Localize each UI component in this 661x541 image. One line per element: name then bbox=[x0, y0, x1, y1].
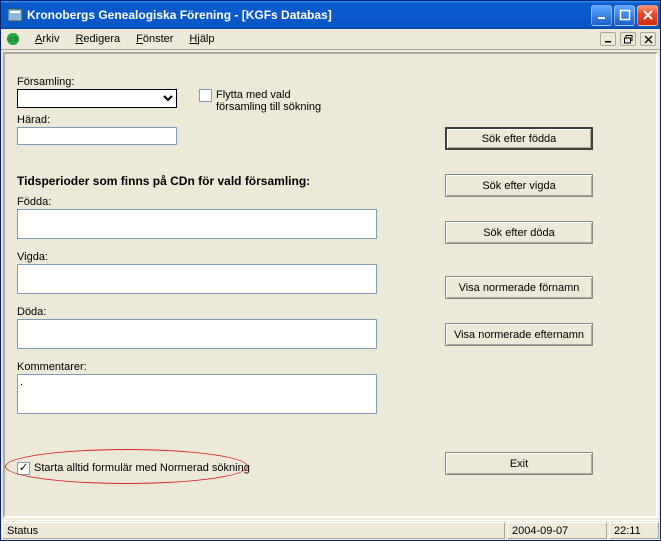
kommentarer-field[interactable] bbox=[17, 374, 377, 414]
mdi-close-button[interactable] bbox=[640, 32, 656, 46]
status-date: 2004-09-07 bbox=[507, 522, 607, 539]
harad-field[interactable] bbox=[17, 127, 177, 145]
status-time: 22:11 bbox=[609, 522, 659, 539]
flytta-label: Flytta med vald församling till sökning bbox=[216, 89, 326, 113]
menubar: Arkiv Redigera Fönster Hjälp bbox=[27, 31, 223, 47]
visa-efternamn-button[interactable]: Visa normerade efternamn bbox=[445, 323, 593, 346]
vigda-label: Vigda: bbox=[17, 251, 48, 263]
close-button[interactable] bbox=[637, 5, 658, 26]
section-heading: Tidsperioder som finns på CDn för vald f… bbox=[17, 174, 310, 188]
mdi-restore-button[interactable] bbox=[620, 32, 636, 46]
menu-fonster[interactable]: Fönster bbox=[128, 31, 181, 47]
doda-field[interactable] bbox=[17, 319, 377, 349]
menu-arkiv[interactable]: Arkiv bbox=[27, 31, 67, 47]
vigda-field[interactable] bbox=[17, 264, 377, 294]
kommentarer-label: Kommentarer: bbox=[17, 361, 87, 373]
starta-checkbox[interactable] bbox=[17, 462, 30, 475]
titlebar[interactable]: Kronobergs Genealogiska Förening - [KGFs… bbox=[1, 1, 660, 29]
harad-label: Härad: bbox=[17, 114, 50, 126]
client-area: Församling: Flytta med vald församling t… bbox=[3, 52, 658, 518]
forsamling-select[interactable] bbox=[17, 89, 177, 108]
menu-hjalp[interactable]: Hjälp bbox=[181, 31, 222, 47]
sok-fodda-button[interactable]: Sök efter födda bbox=[445, 127, 593, 150]
fodda-field[interactable] bbox=[17, 209, 377, 239]
window-title: Kronobergs Genealogiska Förening - [KGFs… bbox=[27, 8, 591, 22]
fodda-label: Födda: bbox=[17, 196, 51, 208]
flytta-checkbox[interactable] bbox=[199, 89, 212, 102]
visa-fornamn-button[interactable]: Visa normerade förnamn bbox=[445, 276, 593, 299]
doda-label: Döda: bbox=[17, 306, 46, 318]
sok-doda-button[interactable]: Sök efter döda bbox=[445, 221, 593, 244]
app-window: Kronobergs Genealogiska Förening - [KGFs… bbox=[0, 0, 661, 541]
minimize-button[interactable] bbox=[591, 5, 612, 26]
forsamling-label: Församling: bbox=[17, 76, 74, 88]
form-area: Församling: Flytta med vald församling t… bbox=[5, 54, 656, 516]
globe-icon bbox=[5, 31, 21, 47]
app-icon bbox=[7, 7, 23, 23]
menu-redigera[interactable]: Redigera bbox=[67, 31, 128, 47]
starta-label: Starta alltid formulär med Normerad sökn… bbox=[34, 462, 250, 474]
status-label: Status bbox=[2, 522, 505, 539]
maximize-button[interactable] bbox=[614, 5, 635, 26]
statusbar: Status 2004-09-07 22:11 bbox=[1, 520, 660, 540]
flytta-checkbox-row[interactable]: Flytta med vald församling till sökning bbox=[199, 89, 326, 113]
exit-button[interactable]: Exit bbox=[445, 452, 593, 475]
starta-checkbox-row[interactable]: Starta alltid formulär med Normerad sökn… bbox=[17, 462, 250, 475]
sok-vigda-button[interactable]: Sök efter vigda bbox=[445, 174, 593, 197]
menubar-row: Arkiv Redigera Fönster Hjälp bbox=[1, 29, 660, 50]
mdi-minimize-button[interactable] bbox=[600, 32, 616, 46]
